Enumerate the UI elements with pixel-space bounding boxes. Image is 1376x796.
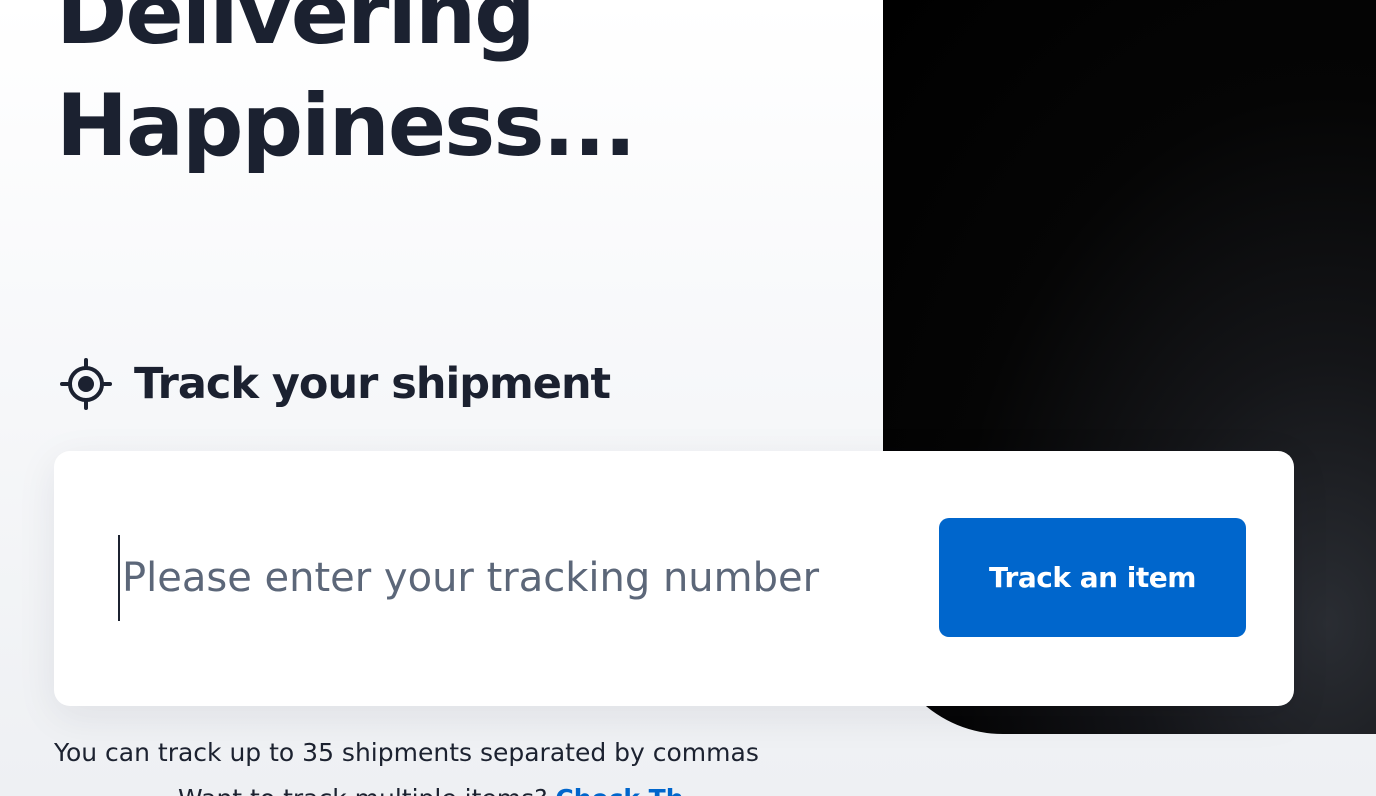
multiple-items-line: Want to track multiple items? Check Th <box>178 784 684 796</box>
hero-headline: Delivering Happiness... <box>56 0 637 182</box>
headline-line-2: Happiness... <box>56 76 637 176</box>
track-item-button[interactable]: Track an item <box>939 518 1246 637</box>
track-shipment-title: Track your shipment <box>134 359 611 409</box>
multiple-items-link[interactable]: Check Th <box>555 784 683 796</box>
track-shipment-heading: Track your shipment <box>60 358 611 410</box>
tracking-number-input[interactable] <box>118 535 898 621</box>
crosshair-target-icon <box>60 358 112 410</box>
page: Delivering Happiness... Track your shipm… <box>0 0 1376 796</box>
multiple-items-prefix: Want to track multiple items? <box>178 784 555 796</box>
headline-line-1: Delivering <box>56 0 536 64</box>
tracking-card: Track an item <box>54 451 1294 706</box>
tracking-helper-text: You can track up to 35 shipments separat… <box>54 738 759 767</box>
